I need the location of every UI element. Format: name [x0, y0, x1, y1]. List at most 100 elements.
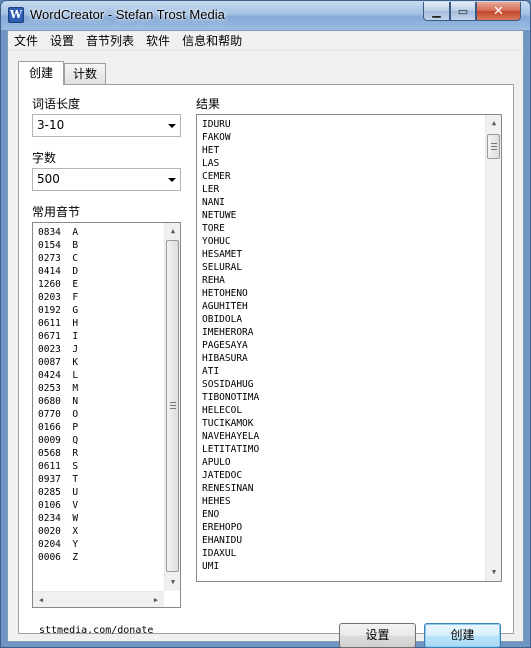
scroll-left-arrow-icon[interactable]: ◀: [33, 592, 49, 607]
result-list-item[interactable]: LER: [202, 183, 259, 196]
syllable-list-item[interactable]: 0166 P: [38, 421, 78, 434]
result-list-item[interactable]: IDURU: [202, 118, 259, 131]
result-list-item[interactable]: TORE: [202, 222, 259, 235]
result-list-item[interactable]: JATEDOC: [202, 469, 259, 482]
scroll-up-arrow-icon[interactable]: ▲: [165, 223, 180, 239]
scroll-right-arrow-icon[interactable]: ▶: [148, 592, 164, 607]
menu-syllable-list[interactable]: 音节列表: [80, 31, 140, 51]
result-list-item[interactable]: CEMER: [202, 170, 259, 183]
syllable-list-item[interactable]: 0770 O: [38, 408, 78, 421]
result-list-item[interactable]: LAS: [202, 157, 259, 170]
result-list-item[interactable]: IMEHERORA: [202, 326, 259, 339]
syllable-list-item[interactable]: 0671 I: [38, 330, 78, 343]
syllable-list-item[interactable]: 0834 A: [38, 226, 78, 239]
word-count-select[interactable]: 500: [32, 168, 181, 191]
word-length-value: 3-10: [37, 118, 65, 132]
syllable-list-item[interactable]: 0414 D: [38, 265, 78, 278]
syllable-list-item[interactable]: 0203 F: [38, 291, 78, 304]
menu-settings[interactable]: 设置: [44, 31, 80, 51]
result-list-item[interactable]: NANI: [202, 196, 259, 209]
tab-create[interactable]: 创建: [18, 61, 65, 85]
create-panel: 词语长度 3-10 字数 500 常用音节 0834 A 0154 B 0273 C…: [18, 84, 514, 648]
result-list-item[interactable]: TIBONOTIMA: [202, 391, 259, 404]
result-list-item[interactable]: NAVEHAYELA: [202, 430, 259, 443]
syllable-list-item[interactable]: 0680 N: [38, 395, 78, 408]
syllables-horizontal-scrollbar[interactable]: ◀ ▶: [33, 591, 164, 607]
app-window: W WordCreator - Stefan Trost Media ▁ ▭ ✕…: [0, 0, 531, 648]
result-list-item[interactable]: IDAXUL: [202, 547, 259, 560]
syllable-list-item[interactable]: 0253 M: [38, 382, 78, 395]
results-vertical-scrollbar[interactable]: ▲ ▼: [485, 115, 501, 581]
syllable-list-item[interactable]: 0611 H: [38, 317, 78, 330]
result-list-item[interactable]: UMI: [202, 560, 259, 573]
result-list-item[interactable]: REHA: [202, 274, 259, 287]
syllable-list-item[interactable]: 0023 J: [38, 343, 78, 356]
result-list-item[interactable]: HIBASURA: [202, 352, 259, 365]
result-list-item[interactable]: HESAMET: [202, 248, 259, 261]
syllable-list-item[interactable]: 0285 U: [38, 486, 78, 499]
syllables-label: 常用音节: [32, 205, 81, 219]
word-length-label: 词语长度: [32, 97, 81, 111]
result-list-item[interactable]: NETUWE: [202, 209, 259, 222]
result-list-item[interactable]: TUCIKAMOK: [202, 417, 259, 430]
minimize-button[interactable]: ▁: [423, 2, 450, 21]
syllable-list-item[interactable]: 0106 V: [38, 499, 78, 512]
result-list-item[interactable]: HELECOL: [202, 404, 259, 417]
result-list-item[interactable]: LETITATIMO: [202, 443, 259, 456]
syllable-list-item[interactable]: 0204 Y: [38, 538, 78, 551]
syllable-list-item[interactable]: 0568 R: [38, 447, 78, 460]
menu-bar: 文件 设置 音节列表 软件 信息和帮助: [8, 31, 523, 51]
scroll-down-arrow-icon[interactable]: ▼: [165, 574, 180, 590]
word-length-select[interactable]: 3-10: [32, 114, 181, 137]
word-count-label: 字数: [32, 151, 57, 165]
chevron-down-icon: [168, 178, 176, 182]
tab-count[interactable]: 计数: [64, 63, 107, 85]
result-list-item[interactable]: ATI: [202, 365, 259, 378]
scroll-thumb[interactable]: [487, 134, 500, 159]
close-button[interactable]: ✕: [476, 2, 521, 21]
scroll-up-arrow-icon[interactable]: ▲: [486, 115, 501, 131]
title-bar[interactable]: W WordCreator - Stefan Trost Media ▁ ▭ ✕: [1, 1, 530, 30]
syllable-list-item[interactable]: 0087 K: [38, 356, 78, 369]
scroll-down-arrow-icon[interactable]: ▼: [486, 564, 501, 580]
result-list-item[interactable]: FAKOW: [202, 131, 259, 144]
maximize-button[interactable]: ▭: [450, 2, 476, 21]
syllable-list-item[interactable]: 0424 L: [38, 369, 78, 382]
syllable-list-item[interactable]: 0234 W: [38, 512, 78, 525]
result-list-item[interactable]: SELURAL: [202, 261, 259, 274]
syllable-list-item[interactable]: 0611 S: [38, 460, 78, 473]
syllables-vertical-scrollbar[interactable]: ▲ ▼: [164, 223, 180, 591]
word-count-value: 500: [37, 172, 60, 186]
result-list-item[interactable]: SOSIDAHUG: [202, 378, 259, 391]
donate-link[interactable]: sttmedia.com/donate: [39, 625, 153, 636]
scroll-thumb[interactable]: [166, 240, 179, 572]
result-list-item[interactable]: HET: [202, 144, 259, 157]
syllables-list[interactable]: 0834 A 0154 B 0273 C 0414 D 1260 E 0203 F 0192…: [32, 222, 181, 608]
result-list-item[interactable]: RENESINAN: [202, 482, 259, 495]
syllable-list-item[interactable]: 0006 Z: [38, 551, 78, 564]
menu-info-help[interactable]: 信息和帮助: [176, 31, 248, 51]
menu-software[interactable]: 软件: [140, 31, 176, 51]
result-list-item[interactable]: HEHES: [202, 495, 259, 508]
settings-button[interactable]: 设置: [339, 623, 416, 648]
menu-file[interactable]: 文件: [8, 31, 44, 51]
result-list-item[interactable]: OBIDOLA: [202, 313, 259, 326]
result-list-item[interactable]: PAGESAYA: [202, 339, 259, 352]
syllable-list-item[interactable]: 0009 Q: [38, 434, 78, 447]
syllable-list-item[interactable]: 1260 E: [38, 278, 78, 291]
result-list-item[interactable]: AGUHITEH: [202, 300, 259, 313]
result-list-item[interactable]: EREHOPO: [202, 521, 259, 534]
syllable-list-item[interactable]: 0937 T: [38, 473, 78, 486]
result-list-item[interactable]: YOHUC: [202, 235, 259, 248]
syllable-list-item[interactable]: 0192 G: [38, 304, 78, 317]
create-button[interactable]: 创建: [424, 623, 501, 648]
syllable-list-item[interactable]: 0273 C: [38, 252, 78, 265]
result-list-item[interactable]: APULO: [202, 456, 259, 469]
chevron-down-icon: [168, 124, 176, 128]
results-list[interactable]: IDURU FAKOW HET LAS CEMER LER NANI NETUWE TORE YO…: [196, 114, 502, 582]
syllable-list-item[interactable]: 0154 B: [38, 239, 78, 252]
result-list-item[interactable]: EHANIDU: [202, 534, 259, 547]
syllable-list-item[interactable]: 0020 X: [38, 525, 78, 538]
result-list-item[interactable]: HETOHENO: [202, 287, 259, 300]
result-list-item[interactable]: ENO: [202, 508, 259, 521]
